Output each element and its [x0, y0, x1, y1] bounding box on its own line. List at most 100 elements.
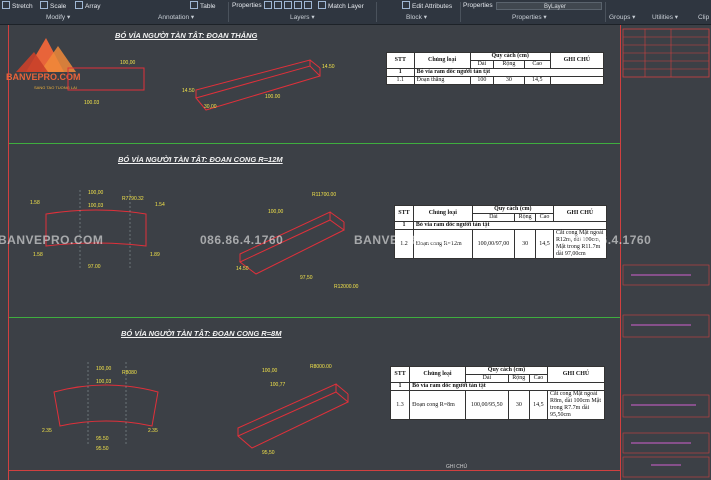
dimension-label: 95.50 [96, 446, 109, 452]
frame-line-bottom [9, 470, 620, 471]
ribbon-separator [605, 2, 606, 22]
dimension-label: 30,00 [204, 104, 217, 110]
layer-lock-icon[interactable] [284, 1, 292, 9]
header-note: GHI CHÚ [547, 366, 605, 383]
edit-attributes-tool[interactable]: Edit Attributes [402, 1, 452, 10]
header-cao: Cao [528, 374, 549, 383]
spec-table-curve-8m: STT Chủng loại Quy cách (cm) GHI CHÚ Dài… [389, 366, 605, 420]
header-type: Chủng loại [413, 52, 471, 69]
header-type: Chủng loại [409, 366, 466, 383]
row-note [549, 76, 605, 85]
header-rong: Rộng [507, 374, 530, 383]
dimension-label: R8000.00 [310, 364, 332, 370]
dimension-label: 1.54 [155, 202, 165, 208]
header-rong: Rộng [493, 60, 525, 69]
header-spec: Quy cách (cm) [464, 366, 549, 375]
layer-icons[interactable] [264, 1, 314, 10]
panel-annotation[interactable]: Annotation ▾ [158, 13, 194, 23]
header-note: GHI CHÚ [549, 52, 605, 69]
linetype-dropdown[interactable]: ByLayer [496, 2, 602, 10]
array-tool[interactable]: Array [75, 1, 101, 10]
header-rong: Rộng [514, 213, 536, 222]
group-no: 1 [386, 68, 415, 77]
dimension-label: 100.03 [84, 100, 100, 106]
properties-tool[interactable]: Properties [463, 1, 493, 10]
stretch-icon [2, 1, 10, 9]
group-no: 1 [394, 221, 414, 230]
panel-groups[interactable]: Groups ▾ [609, 13, 635, 23]
match-layer-tool[interactable]: Match Layer [318, 1, 364, 10]
header-dai: Dài [464, 374, 509, 383]
dimension-label: 14.50 [322, 64, 335, 70]
straight-curb-drawing [67, 59, 321, 111]
layer-freeze-icon[interactable] [274, 1, 282, 9]
ribbon-separator [228, 2, 229, 22]
dimension-label: 100,03 [88, 203, 104, 209]
footer-caption: GHI CHÚ [446, 464, 468, 470]
array-icon [75, 1, 83, 9]
dimension-label: 97.00 [88, 264, 101, 270]
group-name: Bó vỉa ram dốc người tàn tật [413, 68, 605, 77]
group-name: Bó vỉa ram dốc người tàn tật [409, 382, 605, 391]
dimension-label: 100,03 [96, 379, 112, 385]
section-divider-1 [9, 143, 620, 144]
dimension-label: 1.89 [150, 252, 160, 258]
header-spec: Quy cách (cm) [471, 205, 555, 214]
dimension-label: 95.50 [96, 436, 109, 442]
row-rong: 30 [493, 76, 525, 85]
scale-tool[interactable]: Scale [40, 1, 66, 10]
dimension-label: 100,00 [88, 190, 104, 196]
panel-block[interactable]: Block ▾ [406, 13, 427, 23]
row-rong: 30 [507, 390, 530, 420]
header-stt: STT [386, 52, 415, 69]
dimension-label: 1.58 [33, 252, 43, 258]
dimension-label: 100,77 [270, 382, 286, 388]
dimension-label: 14.50 [236, 266, 249, 272]
row-stt: 1.1 [386, 76, 415, 85]
dimension-label: 2.35 [42, 428, 52, 434]
row-name: Đoạn thẳng [413, 76, 471, 85]
panel-modify[interactable]: Modify ▾ [46, 13, 70, 23]
watermark-site: BANVEPRO.COM [354, 233, 460, 247]
panel-clip[interactable]: Clip [698, 13, 709, 23]
section-title-curve-12m: BÓ VỈA NGƯỜI TÀN TẬT: ĐOẠN CONG R=12M [118, 155, 283, 164]
dimension-label: 97,50 [300, 275, 313, 281]
dimension-label: 100,00 [262, 368, 278, 374]
watermark-phone: 086.86.4.1760 [200, 233, 284, 247]
layer-properties-tool[interactable]: Properties [232, 1, 262, 10]
match-layer-icon [318, 1, 326, 9]
table-tool[interactable]: Table [190, 1, 216, 10]
panel-utilities[interactable]: Utilities ▾ [652, 13, 678, 23]
header-cao: Cao [535, 213, 554, 222]
table-icon [190, 1, 198, 9]
header-dai: Dài [471, 213, 516, 222]
header-stt: STT [394, 205, 414, 222]
section-title-curve-8m: BÓ VỈA NGƯỜI TÀN TẬT: ĐOẠN CONG R=8M [121, 329, 282, 338]
header-stt: STT [389, 366, 411, 383]
dimension-label: 100,00 [120, 60, 136, 66]
layer-on-icon[interactable] [264, 1, 272, 9]
watermark-site: BANVEPRO.COM [0, 233, 104, 247]
row-rong: 30 [514, 229, 536, 259]
section-title-straight: BÓ VỈA NGƯỜI TÀN TẬT: ĐOẠN THẲNG [115, 31, 258, 40]
panel-properties[interactable]: Properties ▾ [512, 13, 547, 23]
spec-table-straight: STT Chủng loại Quy cách (cm) GHI CHÚ Dài… [386, 52, 605, 85]
dimension-label: 1.58 [30, 200, 40, 206]
panel-layers[interactable]: Layers ▾ [290, 13, 315, 23]
ribbon: Stretch Scale Array Table Properties Mat… [0, 0, 711, 25]
header-note: GHI CHÚ [553, 205, 607, 222]
row-dai: 100,00/97,00 [471, 229, 516, 259]
group-no: 1 [389, 382, 411, 391]
ribbon-separator [460, 2, 461, 22]
layer-isolate-icon[interactable] [304, 1, 312, 9]
spec-table-curve-12m: STT Chủng loại Quy cách (cm) GHI CHÚ Dài… [394, 205, 608, 259]
stretch-tool[interactable]: Stretch [2, 1, 33, 10]
edit-attributes-icon [402, 1, 410, 9]
dimension-label: 95,50 [262, 450, 275, 456]
ribbon-separator [376, 2, 377, 22]
group-name: Bó vỉa ram dốc người tàn tật [412, 221, 608, 230]
row-stt: 1.3 [389, 390, 411, 420]
row-cao: 14,5 [528, 390, 549, 420]
dimension-label: 2.35 [148, 428, 158, 434]
layer-color-icon[interactable] [294, 1, 302, 9]
